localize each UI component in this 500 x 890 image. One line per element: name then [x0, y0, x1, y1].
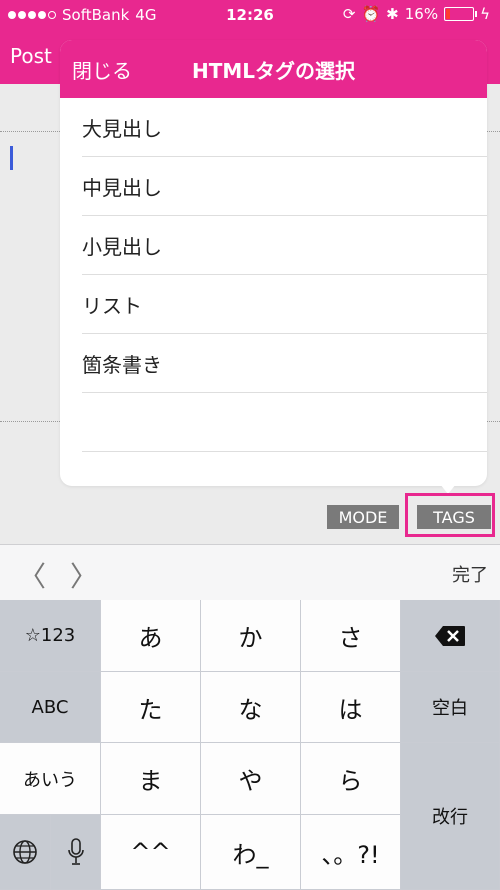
key-ka[interactable]: か: [201, 600, 301, 672]
key-ta[interactable]: た: [101, 672, 201, 743]
globe-icon: [13, 840, 37, 864]
rotation-lock-icon: ⟳: [342, 5, 356, 23]
html-tag-popover: 閉じる HTMLタグの選択 大見出し 中見出し 小見出し リスト 箇条書き: [60, 40, 487, 486]
key-ya[interactable]: や: [201, 743, 301, 815]
delete-icon: [435, 625, 465, 646]
keyboard-accessory-bar: 〈 〉 完了: [0, 544, 500, 600]
nav-title[interactable]: Post: [10, 44, 52, 68]
tag-option-h3[interactable]: 小見出し: [82, 216, 487, 275]
key-wa[interactable]: わ_: [201, 815, 301, 890]
tag-list: 大見出し 中見出し 小見出し リスト 箇条書き: [60, 98, 487, 452]
battery-icon: [444, 7, 478, 21]
previous-button[interactable]: 〈: [18, 555, 46, 595]
key-kana-mode[interactable]: あいう: [0, 743, 101, 815]
globe-key[interactable]: [0, 815, 51, 890]
key-a[interactable]: あ: [101, 600, 201, 672]
microphone-icon: [67, 838, 84, 865]
key-abc[interactable]: ABC: [0, 672, 101, 743]
key-emoticon[interactable]: ^^: [101, 815, 201, 890]
charging-bolt-icon: ϟ: [480, 5, 490, 23]
key-na[interactable]: な: [201, 672, 301, 743]
key-punctuation[interactable]: 、。?!: [301, 815, 401, 890]
japanese-keyboard: ☆123 あ か さ ABC た な は 空白 あいう ま や ら 改行 ^^ …: [0, 600, 500, 890]
mic-key[interactable]: [51, 815, 101, 890]
battery-percent: 16%: [404, 5, 439, 23]
key-sa[interactable]: さ: [301, 600, 401, 672]
return-key[interactable]: 改行: [401, 743, 500, 890]
tag-option-h1[interactable]: 大見出し: [82, 98, 487, 157]
popover-title: HTMLタグの選択: [191, 59, 356, 83]
mode-button[interactable]: MODE: [327, 505, 399, 529]
key-ma[interactable]: ま: [101, 743, 201, 815]
key-ra[interactable]: ら: [301, 743, 401, 815]
tag-option-bullet[interactable]: 箇条書き: [82, 334, 487, 393]
tags-highlight-box: [405, 493, 495, 537]
bluetooth-icon: ✱: [386, 5, 399, 23]
key-numbers[interactable]: ☆123: [0, 600, 101, 672]
tag-option-h2[interactable]: 中見出し: [82, 157, 487, 216]
done-button[interactable]: 完了: [452, 561, 488, 587]
popover-header: 閉じる HTMLタグの選択: [60, 40, 487, 98]
status-bar: SoftBank 4G 12:26 ⟳ ⏰ ✱ 16% ϟ: [0, 0, 500, 30]
tag-option-empty[interactable]: [82, 393, 487, 452]
space-key[interactable]: 空白: [401, 672, 500, 743]
next-button[interactable]: 〉: [70, 555, 98, 595]
alarm-icon: ⏰: [361, 5, 381, 23]
key-ha[interactable]: は: [301, 672, 401, 743]
tag-option-list[interactable]: リスト: [82, 275, 487, 334]
text-caret: [10, 146, 13, 170]
status-right: ⟳ ⏰ ✱ 16% ϟ: [343, 5, 490, 23]
backspace-key[interactable]: [401, 600, 500, 672]
